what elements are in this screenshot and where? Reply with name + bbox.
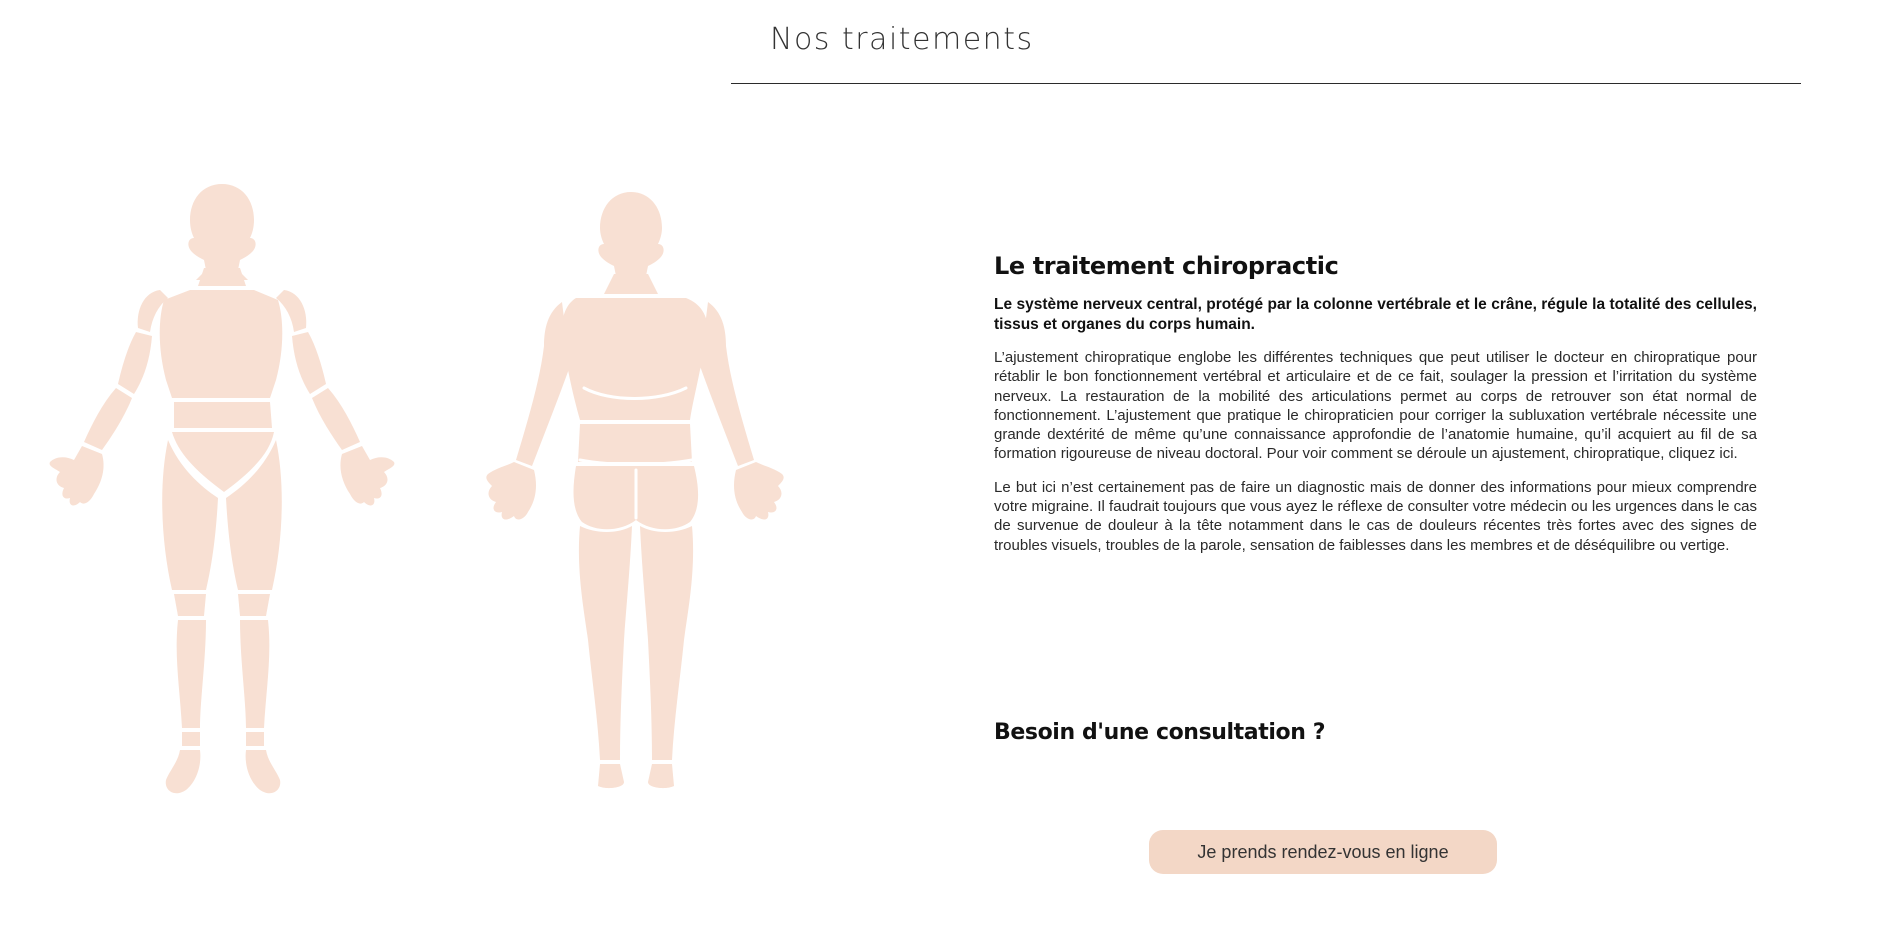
back-right-leg[interactable]	[640, 526, 694, 760]
front-left-knee[interactable]	[174, 594, 206, 616]
back-left-foot[interactable]	[598, 764, 624, 789]
front-right-shin[interactable]	[240, 620, 270, 728]
back-neck[interactable]	[604, 274, 658, 294]
front-right-foot[interactable]	[245, 750, 281, 794]
human-body-front-icon	[49, 184, 395, 794]
front-neck[interactable]	[198, 268, 246, 286]
front-left-ankle[interactable]	[182, 732, 200, 746]
body-map	[40, 170, 830, 820]
treatment-section: Le traitement chiropractic Le système ne…	[994, 252, 1757, 555]
front-right-hand[interactable]	[340, 446, 395, 506]
treatment-lead: Le système nerveux central, protégé par …	[994, 296, 1757, 333]
front-left-shin[interactable]	[176, 620, 206, 728]
back-left-leg[interactable]	[578, 526, 632, 760]
front-right-forearm[interactable]	[312, 388, 360, 450]
back-right-arm[interactable]	[700, 302, 754, 466]
back-head[interactable]	[598, 192, 664, 276]
back-lower-back[interactable]	[578, 424, 692, 462]
front-left-foot[interactable]	[165, 750, 201, 794]
treatment-title: Le traitement chiropractic	[994, 252, 1339, 280]
front-head[interactable]	[188, 184, 256, 280]
book-appointment-button[interactable]: Je prends rendez-vous en ligne	[1149, 830, 1497, 874]
back-left-arm[interactable]	[516, 302, 570, 466]
front-right-upper-arm[interactable]	[292, 332, 326, 394]
front-abdomen[interactable]	[174, 402, 272, 428]
treatment-paragraph-2: Le but ici n’est certainement pas de fai…	[994, 478, 1757, 554]
back-right-hand[interactable]	[734, 462, 784, 520]
page-header: Nos traitements	[731, 0, 1801, 84]
front-left-hand[interactable]	[49, 446, 104, 506]
front-right-knee[interactable]	[238, 594, 270, 616]
human-body-back-icon	[486, 192, 784, 789]
treatment-paragraph-1: L’ajustement chiropratique englobe les d…	[994, 349, 1757, 463]
back-upper-back[interactable]	[561, 298, 709, 420]
front-left-forearm[interactable]	[84, 388, 132, 450]
page-title: Nos traitements	[770, 22, 1034, 57]
back-left-hand[interactable]	[486, 462, 536, 520]
consultation-title: Besoin d'une consultation ?	[994, 720, 1326, 745]
back-right-foot[interactable]	[648, 764, 674, 789]
front-chest[interactable]	[159, 290, 283, 398]
front-right-ankle[interactable]	[246, 732, 264, 746]
front-left-upper-arm[interactable]	[118, 332, 152, 394]
